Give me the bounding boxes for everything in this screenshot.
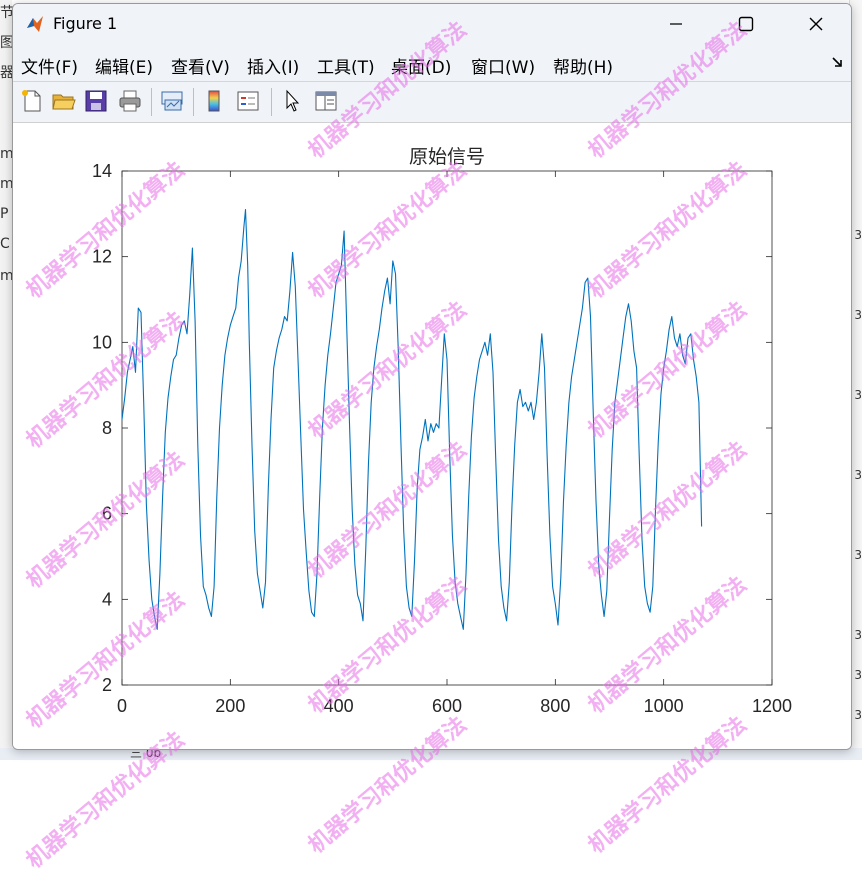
y-tick-label: 4: [102, 589, 112, 609]
edit-plot-arrow-icon[interactable]: [279, 88, 305, 114]
bg-fragment: 3: [854, 668, 862, 682]
dock-arrow-icon[interactable]: [831, 56, 843, 68]
maximize-button[interactable]: [711, 4, 781, 44]
y-tick-label: 8: [102, 418, 112, 438]
bg-fragment: 3: [854, 308, 862, 322]
background-app-left-edge: 节 图 器 m m P C m: [0, 0, 14, 760]
bg-fragment: C: [0, 236, 10, 252]
menu-window[interactable]: 窗口(W): [471, 53, 535, 78]
y-tick-label: 10: [92, 332, 112, 352]
toolbar-separator: [193, 88, 194, 116]
minimize-button[interactable]: [641, 4, 711, 44]
y-tick-label: 6: [102, 504, 112, 524]
legend-icon[interactable]: [235, 88, 261, 114]
x-tick-label: 800: [540, 696, 570, 716]
toolbar-separator: [151, 88, 152, 116]
figure-window: Figure 1 文件(F) 编辑(E) 查看(V) 插入(I) 工具(T) 桌…: [12, 3, 852, 750]
print-icon[interactable]: [117, 88, 143, 114]
figure-toolbar: [13, 82, 851, 123]
x-tick-label: 1000: [644, 696, 684, 716]
save-icon[interactable]: [83, 88, 109, 114]
colorbar-icon[interactable]: [201, 88, 227, 114]
bg-fragment: 3: [854, 548, 862, 562]
menu-tools[interactable]: 工具(T): [317, 53, 375, 78]
menu-insert[interactable]: 插入(I): [247, 53, 299, 78]
property-inspector-icon[interactable]: [313, 88, 339, 114]
x-tick-label: 200: [215, 696, 245, 716]
new-figure-icon[interactable]: [19, 88, 45, 114]
window-title: Figure 1: [53, 14, 118, 33]
x-tick-label: 400: [324, 696, 354, 716]
bg-fragment: 3: [854, 388, 862, 402]
y-tick-label: 14: [92, 161, 112, 181]
chart-title: 原始信号: [409, 146, 485, 168]
bg-fragment: 3: [854, 228, 862, 242]
menu-help[interactable]: 帮助(H): [553, 53, 613, 78]
maximize-icon: [738, 16, 754, 32]
y-tick-label: 2: [102, 675, 112, 695]
close-icon: [809, 17, 823, 31]
link-plot-icon[interactable]: [159, 88, 185, 114]
x-tick-label: 1200: [752, 696, 792, 716]
line-chart[interactable]: 0 200 400 600 800 1000 1200 2 4 6 8 10 12 14 原始信号: [13, 123, 851, 749]
bg-fragment: P: [0, 206, 9, 222]
minimize-icon: [670, 23, 682, 25]
y-tick-label: 12: [92, 247, 112, 267]
matlab-logo-icon: [27, 16, 43, 32]
menu-file[interactable]: 文件(F): [21, 53, 78, 78]
bg-fragment: 3: [854, 468, 862, 482]
close-button[interactable]: [781, 4, 851, 44]
menu-bar: 文件(F) 编辑(E) 查看(V) 插入(I) 工具(T) 桌面(D) 窗口(W…: [13, 44, 851, 82]
x-tick-label: 600: [432, 696, 462, 716]
menu-view[interactable]: 查看(V): [171, 53, 230, 78]
menu-desktop[interactable]: 桌面(D): [391, 53, 451, 78]
x-tick-label: 0: [117, 696, 127, 716]
title-bar[interactable]: Figure 1: [13, 4, 851, 44]
open-file-icon[interactable]: [51, 88, 77, 114]
bg-fragment: 3: [854, 708, 862, 722]
figure-canvas: 0 200 400 600 800 1000 1200 2 4 6 8 10 12 14 原始信号: [13, 123, 851, 749]
bg-fragment: 3: [854, 628, 862, 642]
toolbar-separator: [271, 88, 272, 116]
menu-edit[interactable]: 编辑(E): [95, 53, 153, 78]
